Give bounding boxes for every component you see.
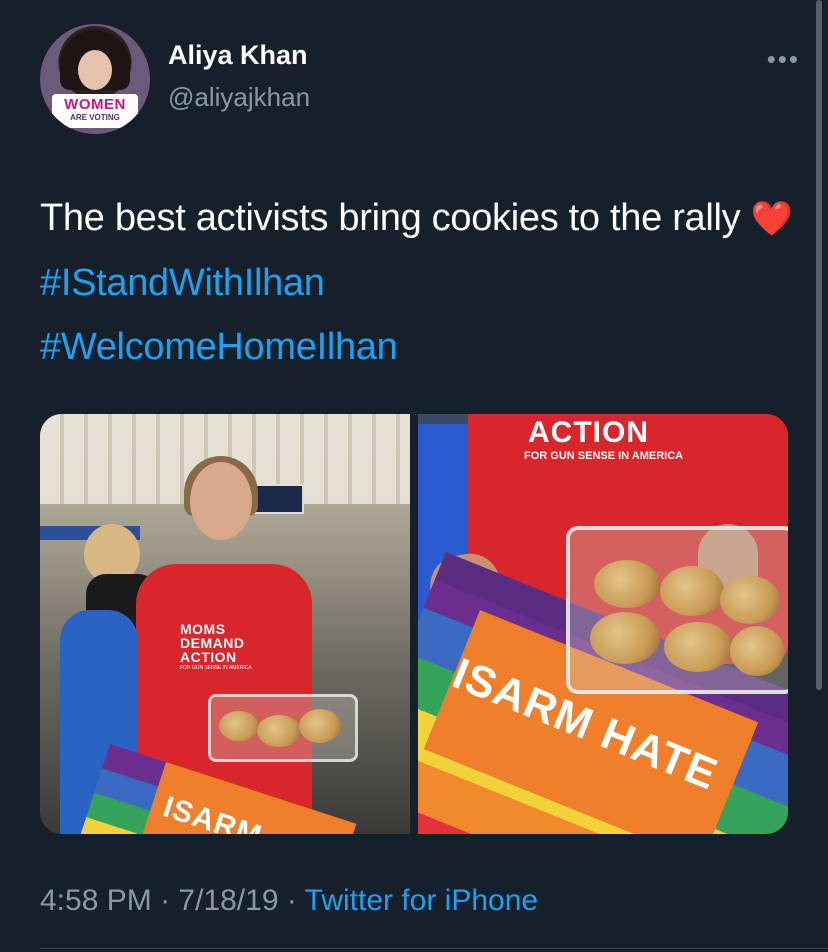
cookie bbox=[299, 709, 341, 743]
sign-left-text: ISARM bbox=[159, 790, 267, 834]
tweet-text: The best activists bring cookies to the … bbox=[40, 186, 800, 379]
tweet-source-link[interactable]: Twitter for iPhone bbox=[305, 884, 538, 917]
cookie bbox=[660, 566, 724, 616]
shirt-small-text: FOR GUN SENSE IN AMERICA bbox=[180, 665, 252, 671]
tweet-date: 7/18/19 bbox=[178, 884, 279, 917]
meta-separator: · bbox=[160, 884, 171, 917]
divider bbox=[40, 948, 828, 949]
heart-emoji: ❤️ bbox=[750, 200, 793, 238]
avatar-face bbox=[78, 50, 112, 90]
tweet-header: WOMEN ARE VOTING Aliya Khan @aliyajkhan … bbox=[40, 24, 800, 134]
cookie bbox=[594, 560, 660, 608]
shirt-text: MOMS DEMAND ACTION FOR GUN SENSE IN AMER… bbox=[180, 622, 290, 672]
cookie bbox=[664, 622, 732, 672]
cookie bbox=[720, 576, 780, 624]
tweet-body: The best activists bring cookies to the … bbox=[40, 197, 741, 239]
woman-head bbox=[190, 462, 252, 540]
cookie bbox=[730, 626, 784, 676]
avatar-badge-line2: ARE VOTING bbox=[70, 113, 120, 122]
cookie bbox=[257, 715, 301, 747]
tweet-time: 4:58 PM bbox=[40, 884, 152, 917]
meta-separator: · bbox=[286, 884, 297, 917]
user-handle[interactable]: @aliyajkhan bbox=[168, 82, 310, 113]
avatar[interactable]: WOMEN ARE VOTING bbox=[40, 24, 150, 134]
airport-screen bbox=[254, 484, 304, 514]
hashtag-welcomehomeilhan[interactable]: #WelcomeHomeIlhan bbox=[40, 326, 398, 368]
cookie-container bbox=[208, 694, 358, 762]
cookie-container bbox=[566, 526, 788, 694]
cookie bbox=[219, 711, 259, 741]
cookie bbox=[590, 612, 660, 664]
display-name[interactable]: Aliya Khan bbox=[168, 40, 308, 71]
avatar-badge-line1: WOMEN bbox=[64, 96, 126, 113]
more-horizontal-icon[interactable]: ••• bbox=[767, 44, 800, 75]
shirt-title: ACTION bbox=[528, 416, 649, 449]
photo-right[interactable]: ACTION FOR GUN SENSE IN AMERICA ISARM HA… bbox=[418, 414, 788, 834]
avatar-badge: WOMEN ARE VOTING bbox=[52, 94, 138, 128]
tweet-media: MOMS DEMAND ACTION FOR GUN SENSE IN AMER… bbox=[40, 414, 788, 834]
hashtag-istandwithilhan[interactable]: #IStandWithIlhan bbox=[40, 262, 325, 304]
shirt-subtitle: FOR GUN SENSE IN AMERICA bbox=[524, 450, 684, 462]
shirt-line-3: ACTION bbox=[180, 649, 237, 665]
photo-left[interactable]: MOMS DEMAND ACTION FOR GUN SENSE IN AMER… bbox=[40, 414, 410, 834]
scrollbar[interactable] bbox=[816, 0, 822, 690]
tweet-meta: 4:58 PM · 7/18/19 · Twitter for iPhone bbox=[40, 884, 538, 918]
